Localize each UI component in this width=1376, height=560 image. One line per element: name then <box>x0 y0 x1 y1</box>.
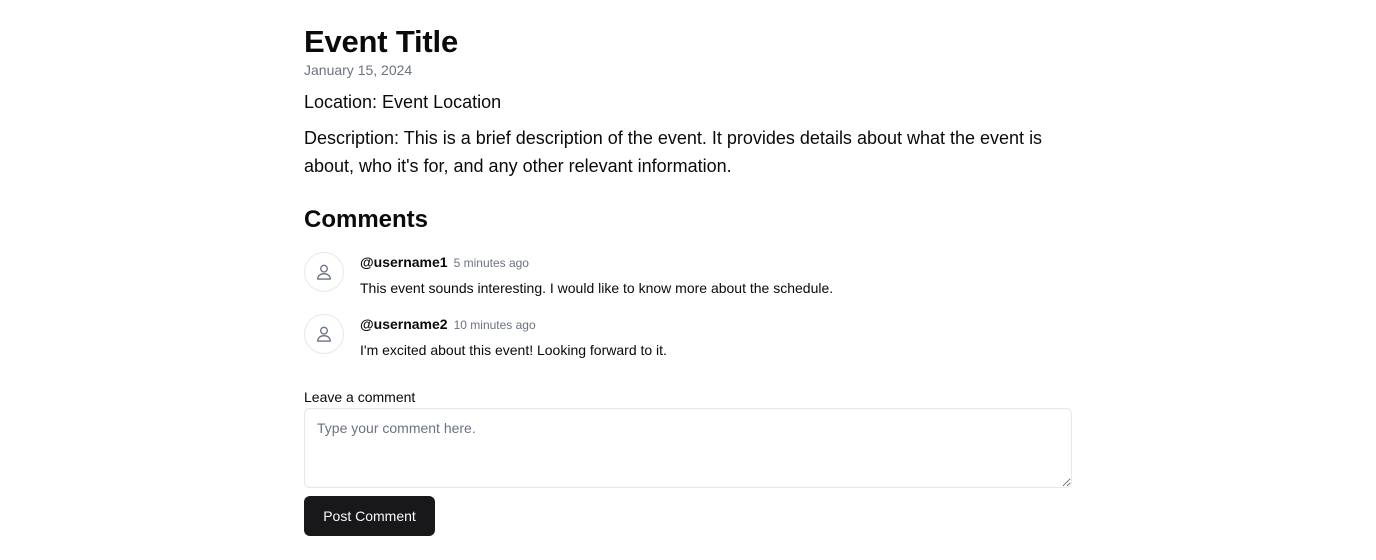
comment-timestamp: 10 minutes ago <box>453 318 536 332</box>
comment-item: @username1 5 minutes ago This event sound… <box>304 250 1072 298</box>
event-location: Location: Event Location <box>304 92 502 112</box>
user-icon <box>314 262 334 282</box>
comments-heading: Comments <box>304 206 429 233</box>
comment-item: @username2 10 minutes ago I'm excited abo… <box>304 312 1072 360</box>
post-comment-button[interactable]: Post Comment <box>304 496 435 536</box>
event-date: January 15, 2024 <box>304 62 413 78</box>
comment-username: @username2 <box>360 316 448 332</box>
comment-text: This event sounds interesting. I would l… <box>360 280 834 296</box>
comment-field-label: Leave a comment <box>304 389 416 405</box>
event-description: Description: This is a brief description… <box>304 128 1043 176</box>
comment-header: @username1 5 minutes ago <box>360 252 529 273</box>
user-icon <box>314 324 334 344</box>
comment-timestamp: 5 minutes ago <box>453 256 529 270</box>
avatar <box>304 314 344 354</box>
comment-text: I'm excited about this event! Looking fo… <box>360 342 667 358</box>
avatar <box>304 252 344 292</box>
comment-input[interactable] <box>304 408 1072 488</box>
event-title: Event Title <box>304 24 458 59</box>
comment-username: @username1 <box>360 254 448 270</box>
comment-header: @username2 10 minutes ago <box>360 314 536 335</box>
